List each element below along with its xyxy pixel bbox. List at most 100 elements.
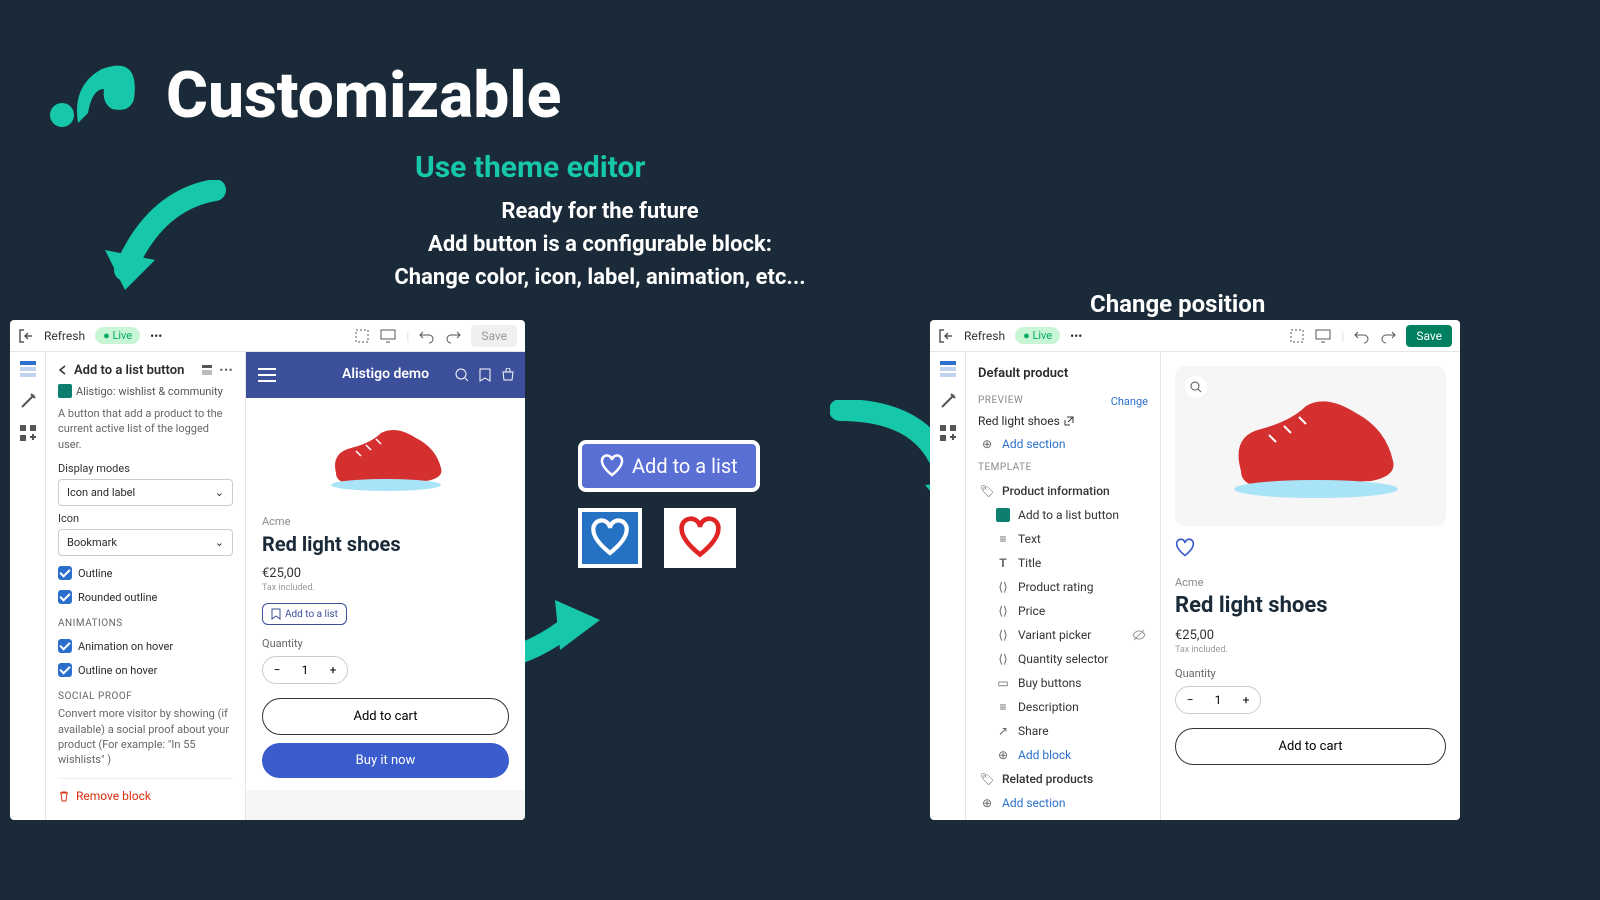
template-section: TEMPLATE [978,462,1148,473]
apps-icon[interactable] [939,424,957,442]
block-description: A button that add a product to the curre… [58,406,233,452]
quantity-stepper[interactable]: −1+ [1175,686,1261,714]
chevron-down-icon: ⌄ [215,536,224,549]
add-section-bottom[interactable]: ⊕Add section [978,791,1148,815]
tree-rating[interactable]: ⟨⟩Product rating [978,575,1148,599]
add-section-top[interactable]: ⊕Add section [978,432,1148,456]
apps-icon[interactable] [19,424,37,442]
buy-now-button[interactable]: Buy it now [262,743,509,778]
zoom-icon[interactable] [1185,376,1207,398]
plus-circle-icon: ⊕ [980,437,994,451]
product-price: €25,00 [1175,628,1446,643]
tree-product-info[interactable]: 🏷Product information [978,479,1148,503]
back-icon[interactable] [58,365,68,375]
tree-quantity[interactable]: ⟨⟩Quantity selector [978,647,1148,671]
editor-panel-left: Refresh ● Live ••• | Save Add to a list … [10,320,525,820]
sections-icon[interactable] [19,360,37,378]
preview-left: Alistigo demo Acme Red light shoes €25,0… [246,352,525,820]
product-title: Red light shoes [1175,593,1446,618]
live-badge: ● Live [95,327,140,344]
add-block-button[interactable]: ⊕Add block [978,743,1148,767]
outline-hover-checkbox[interactable]: Outline on hover [58,663,233,677]
exit-icon[interactable] [938,328,954,344]
minus-icon: − [263,657,291,683]
eye-off-icon[interactable] [1132,628,1146,642]
more-menu[interactable]: ••• [150,329,162,343]
quantity-stepper[interactable]: −1+ [262,656,348,684]
brand-label: Acme [1175,576,1446,589]
desktop-icon[interactable] [380,328,396,344]
icon-select[interactable]: Bookmark⌄ [58,529,233,556]
options-icon[interactable]: ⋯ [219,362,233,378]
preview-product[interactable]: Red light shoes [978,414,1148,428]
exit-icon[interactable] [18,328,34,344]
heart-icon [1175,538,1195,558]
refresh-label[interactable]: Refresh [964,329,1005,343]
tree-related[interactable]: 🏷Related products [978,767,1148,791]
app-icon [58,384,72,398]
animation-hover-checkbox[interactable]: Animation on hover [58,639,233,653]
inspector-icon[interactable] [1289,328,1305,344]
minus-icon: − [1176,687,1204,713]
display-modes-select[interactable]: Icon and label⌄ [58,479,233,506]
desktop-icon[interactable] [1315,328,1331,344]
undo-icon[interactable] [1354,328,1370,344]
bracket-icon: ⟨⟩ [996,628,1010,642]
heart-icon [678,516,722,560]
save-button[interactable]: Save [1406,325,1452,347]
rounded-outline-checkbox[interactable]: Rounded outline [58,590,233,604]
search-icon[interactable] [455,368,469,382]
tree-buy-buttons[interactable]: ▭Buy buttons [978,671,1148,695]
hero-subtitle: Use theme editor [415,150,645,185]
tax-label: Tax included. [262,583,509,593]
remove-block-button[interactable]: Remove block [58,778,233,803]
arrow-left-icon [95,180,235,320]
hamburger-icon[interactable] [258,368,276,382]
demo-heart-red [664,508,736,568]
product-price: €25,00 [262,566,509,581]
redo-icon[interactable] [1380,328,1396,344]
product-image [262,410,509,505]
redo-icon[interactable] [445,328,461,344]
tree-price[interactable]: ⟨⟩Price [978,599,1148,623]
heart-icon [590,518,630,558]
tree-add-to-list[interactable]: Add to a list button [978,503,1148,527]
add-to-cart-button[interactable]: Add to cart [1175,728,1446,765]
bookmark-icon[interactable] [479,368,491,382]
inspector-icon[interactable] [354,328,370,344]
more-menu[interactable]: ••• [1070,329,1082,343]
undo-icon[interactable] [419,328,435,344]
theme-settings-icon[interactable] [19,392,37,410]
tree-share[interactable]: ↗Share [978,719,1148,743]
sections-icon[interactable] [939,360,957,378]
share-icon: ↗ [996,724,1010,738]
sidebar-right: Default product PREVIEWChange Red light … [966,352,1161,820]
add-to-cart-button[interactable]: Add to cart [262,698,509,735]
demo-add-to-list-button: Add to a list [578,440,760,492]
tag-icon: 🏷 [980,484,994,498]
tree-title[interactable]: TTitle [978,551,1148,575]
change-link[interactable]: Change [1111,395,1148,408]
social-proof-desc: Convert more visitor by showing (if avai… [58,706,233,768]
app-name-row: Alistigo: wishlist & community [58,384,233,398]
icon-label: Icon [58,512,233,525]
block-icon[interactable] [201,364,213,376]
theme-settings-icon[interactable] [939,392,957,410]
wishlist-heart-button[interactable] [1175,538,1446,562]
add-to-list-button[interactable]: Add to a list [262,603,347,625]
cart-icon[interactable] [501,368,515,382]
save-button[interactable]: Save [471,325,517,347]
product-title: Red light shoes [262,532,509,556]
refresh-label[interactable]: Refresh [44,329,85,343]
sidebar-header: Add to a list button ⋯ [58,362,233,378]
outline-checkbox[interactable]: Outline [58,566,233,580]
product-image [1221,391,1401,501]
social-proof-section: SOCIAL PROOF [58,691,233,702]
logo-mark [42,55,142,135]
sidebar-left: Add to a list button ⋯ Alistigo: wishlis… [46,352,246,820]
tree-text[interactable]: ≡Text [978,527,1148,551]
tree-description[interactable]: ≡Description [978,695,1148,719]
tree-variant[interactable]: ⟨⟩Variant picker [978,623,1148,647]
tax-label: Tax included. [1175,645,1446,655]
bracket-icon: ⟨⟩ [996,580,1010,594]
